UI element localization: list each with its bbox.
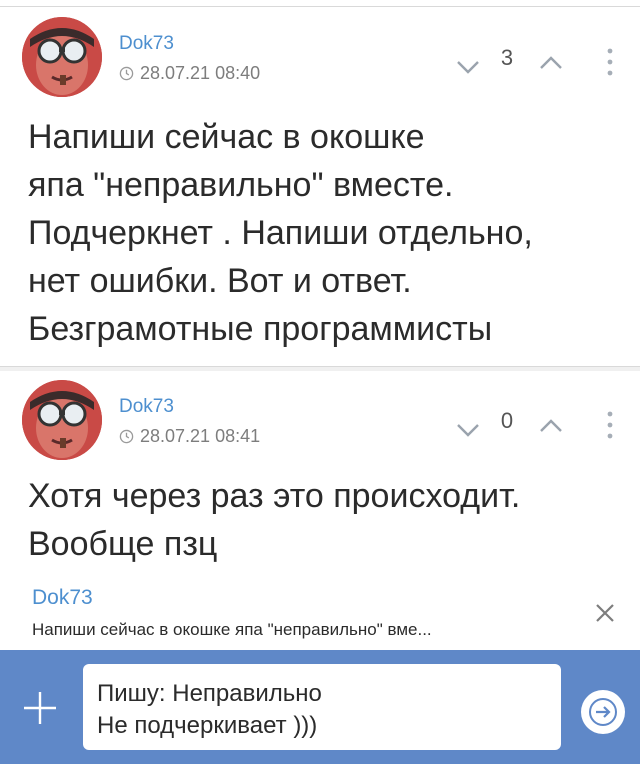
clock-icon: [119, 66, 134, 81]
comment-line: Хотя через раз это происходит.: [28, 477, 521, 515]
comment-line: Безграмотные программисты: [28, 310, 493, 348]
chevron-down-icon[interactable]: [452, 51, 484, 83]
clock-icon: [119, 429, 134, 444]
reply-author: Dok73: [32, 586, 93, 609]
comment: Dok73 28.07.21 08:40 3 Напиши сейчас в о…: [0, 7, 640, 362]
message-input[interactable]: Пишу: Неправильно Не подчеркивает ))): [83, 664, 561, 750]
comment-line: Напиши сейчас в окошке: [28, 118, 425, 156]
plus-icon[interactable]: [18, 686, 62, 730]
arrow-right-icon: [589, 698, 617, 726]
reply-preview: Dok73 Напиши сейчас в окошке япа "неправ…: [0, 580, 640, 650]
comment-line: япа "неправильно" вместе.: [28, 166, 454, 204]
reply-snippet: Напиши сейчас в окошке япа "неправильно"…: [32, 620, 432, 639]
avatar[interactable]: [22, 17, 102, 97]
more-vertical-icon[interactable]: [600, 45, 620, 79]
timestamp-text: 28.07.21 08:40: [140, 63, 261, 83]
avatar[interactable]: [22, 380, 102, 460]
comment-author[interactable]: Dok73: [119, 396, 174, 418]
comment-author[interactable]: Dok73: [119, 33, 174, 55]
composer-bar: Пишу: Неправильно Не подчеркивает ))): [0, 650, 640, 764]
comment-timestamp: 28.07.21 08:40: [119, 63, 260, 84]
comment: Dok73 28.07.21 08:41 0 Хотя через раз эт…: [0, 370, 640, 580]
comment-text: Хотя через раз это происходит. Вообще пз…: [28, 472, 618, 568]
comment-timestamp: 28.07.21 08:41: [119, 426, 260, 447]
vote-score: 0: [500, 408, 514, 433]
input-line: Не подчеркивает ))): [97, 712, 318, 739]
vote-score: 3: [500, 45, 514, 70]
input-line: Пишу: Неправильно: [97, 680, 322, 707]
comment-line: Подчеркнет . Напиши отдельно,: [28, 214, 533, 252]
close-icon[interactable]: [592, 600, 618, 626]
more-vertical-icon[interactable]: [600, 408, 620, 442]
comment-line: нет ошибки. Вот и ответ.: [28, 262, 412, 300]
chevron-up-icon[interactable]: [535, 47, 567, 79]
chevron-down-icon[interactable]: [452, 414, 484, 446]
chevron-up-icon[interactable]: [535, 410, 567, 442]
comment-line: Вообще пзц: [28, 525, 218, 563]
comment-text: Напиши сейчас в окошке япа "неправильно"…: [28, 113, 618, 353]
timestamp-text: 28.07.21 08:41: [140, 426, 261, 446]
send-button[interactable]: [581, 690, 625, 734]
